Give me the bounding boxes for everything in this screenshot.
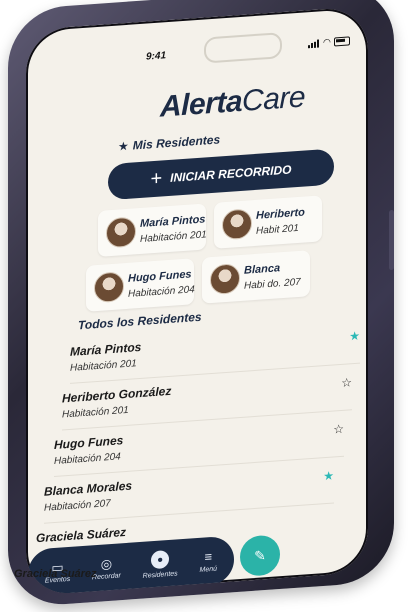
favorite-card[interactable]: Heriberto Habit 201	[214, 195, 322, 249]
wifi-icon: ◠	[323, 36, 331, 48]
favorite-star-icon[interactable]: ★	[323, 468, 334, 483]
status-time: 9:41	[146, 50, 167, 63]
nav-residentes[interactable]: ● Residentes	[143, 549, 178, 580]
edit-icon: ✎	[254, 546, 266, 564]
resident-name: Graciela Suárez	[36, 525, 127, 546]
start-round-label: INICIAR RECORRIDO	[170, 162, 292, 185]
favorite-star-icon[interactable]: ☆	[341, 375, 352, 390]
favorite-star-icon[interactable]: ☆	[333, 422, 344, 437]
dynamic-island	[204, 32, 282, 64]
resident-name: Hugo Funes	[54, 433, 124, 453]
phone-device: 9:41 ◠ AlertaCare ★ Mis Residentes + INIC…	[8, 0, 394, 609]
avatar	[222, 208, 252, 241]
start-round-button[interactable]: + INICIAR RECORRIDO	[108, 148, 334, 201]
avatar	[106, 216, 136, 249]
resident-room: Habitación 201	[62, 404, 129, 421]
battery-icon	[333, 36, 350, 47]
resident-name: Blanca Morales	[44, 478, 133, 499]
menu-icon: ≡	[204, 548, 213, 565]
card-name: Heriberto	[256, 206, 305, 222]
plus-icon: +	[150, 166, 163, 190]
favorite-star-icon[interactable]: ★	[349, 329, 360, 344]
all-residents-title: Todos los Residentes	[78, 309, 202, 333]
resident-name: Heriberto González	[62, 383, 172, 406]
residents-icon: ●	[151, 549, 170, 570]
favorite-card[interactable]: María Pintos Habitación 201	[98, 203, 207, 257]
signal-icon	[308, 39, 320, 48]
card-name: Blanca	[244, 262, 281, 277]
screen: 9:41 ◠ AlertaCare ★ Mis Residentes + INIC…	[26, 6, 368, 597]
edit-button[interactable]: ✎	[240, 534, 280, 578]
overflow-resident-name: Graciela Suárez	[14, 568, 97, 580]
status-icons: ◠	[308, 35, 350, 49]
avatar	[210, 263, 240, 296]
star-icon: ★	[118, 138, 129, 154]
card-room: Habitación 201	[140, 229, 207, 246]
resident-room: Habitación 201	[70, 358, 137, 374]
resident-name: María Pintos	[70, 339, 142, 359]
favorites-title: ★ Mis Residentes	[118, 132, 221, 154]
nav-menu[interactable]: ≡ Menú	[200, 548, 218, 573]
resident-room: Habitación 207	[44, 498, 111, 514]
card-name: María Pintos	[140, 213, 206, 231]
card-room: Habit 201	[256, 222, 299, 237]
resident-room: Habitación 204	[54, 451, 121, 468]
favorite-card[interactable]: Blanca Habi do. 207	[202, 250, 310, 304]
avatar	[94, 271, 124, 304]
app-logo: AlertaCare	[160, 80, 306, 124]
card-name: Hugo Funes	[128, 268, 192, 285]
card-room: Habi do. 207	[244, 276, 301, 292]
reminder-icon: ◎	[100, 555, 113, 572]
side-button	[389, 209, 394, 271]
favorite-card[interactable]: Hugo Funes Habitación 204	[86, 258, 195, 312]
card-room: Habitación 204	[128, 284, 195, 300]
